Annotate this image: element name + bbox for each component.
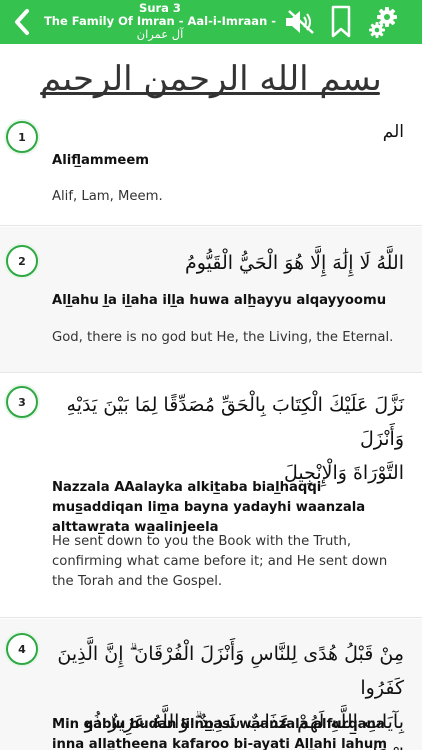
speaker-mute-icon <box>286 10 314 34</box>
basmala-text: بسم الله الرحمن الرحيم <box>40 59 382 99</box>
settings-button[interactable] <box>366 6 400 40</box>
verse-translation: Alif, Lam, Meem. <box>52 189 163 204</box>
verse-arabic: نَزَّلَ عَلَيْكَ الْكِتَابَ بِالْحَقِّ م… <box>52 388 404 490</box>
gear-icon <box>369 7 397 38</box>
verse-number-badge[interactable]: 4 <box>6 633 38 665</box>
mute-button[interactable] <box>283 8 317 36</box>
back-button[interactable] <box>6 4 38 40</box>
sura-title: Sura 3 The Family Of Imran - Aal-i-Imraa… <box>42 2 278 44</box>
bookmark-button[interactable] <box>330 5 352 39</box>
verse-row-3[interactable]: 3 نَزَّلَ عَلَيْكَ الْكِتَابَ بِالْحَقِّ… <box>0 374 422 618</box>
sura-name-ar: آل عمران <box>136 27 184 41</box>
verse-row-1[interactable]: 1 الم Alifl̲ammeem Alif, Lam, Meem. <box>0 114 422 226</box>
verse-translation: He sent down to you the Book with the Tr… <box>52 534 388 589</box>
verse-row-2[interactable]: 2 اللَّهُ لَا إِلَٰهَ إِلَّا هُوَ الْحَي… <box>0 227 422 373</box>
verse-number-badge[interactable]: 1 <box>6 121 38 153</box>
top-bar: Sura 3 The Family Of Imran - Aal-i-Imraa… <box>0 0 422 44</box>
verse-transliteration: Alifl̲ammeem <box>52 153 150 168</box>
verse-arabic: الم <box>382 122 404 142</box>
verse-arabic-line-1: نَزَّلَ عَلَيْكَ الْكِتَابَ بِالْحَقِّ م… <box>66 394 404 450</box>
basmala-banner: بسم الله الرحمن الرحيم <box>0 44 422 114</box>
verse-transliteration: All̲ahu l̲a il̲aha ill̲a huwa alh̲ayyu a… <box>52 293 387 308</box>
chevron-left-icon <box>15 9 29 35</box>
verse-number-badge[interactable]: 2 <box>6 245 38 277</box>
verse-arabic: اللَّهُ لَا إِلَٰهَ إِلَّا هُوَ الْحَيُّ… <box>185 252 404 274</box>
verse-arabic-line-1: مِنْ قَبْلُ هُدًى لِلنَّاسِ وَأَنْزَلَ ا… <box>57 643 404 699</box>
verse-row-4[interactable]: 4 مِنْ قَبْلُ هُدًى لِلنَّاسِ وَأَنْزَلَ… <box>0 619 422 750</box>
verse-transliteration: Min qablu hudan lilnn̲asi waanzala alfur… <box>52 717 388 750</box>
bookmark-icon <box>331 5 351 38</box>
verse-number-badge[interactable]: 3 <box>6 386 38 418</box>
verse-translation: God, there is no god but He, the Living,… <box>52 330 394 345</box>
verse-transliteration: Nazzala AAalayka alkit̲aba bial̲haqqi mu… <box>52 480 366 535</box>
